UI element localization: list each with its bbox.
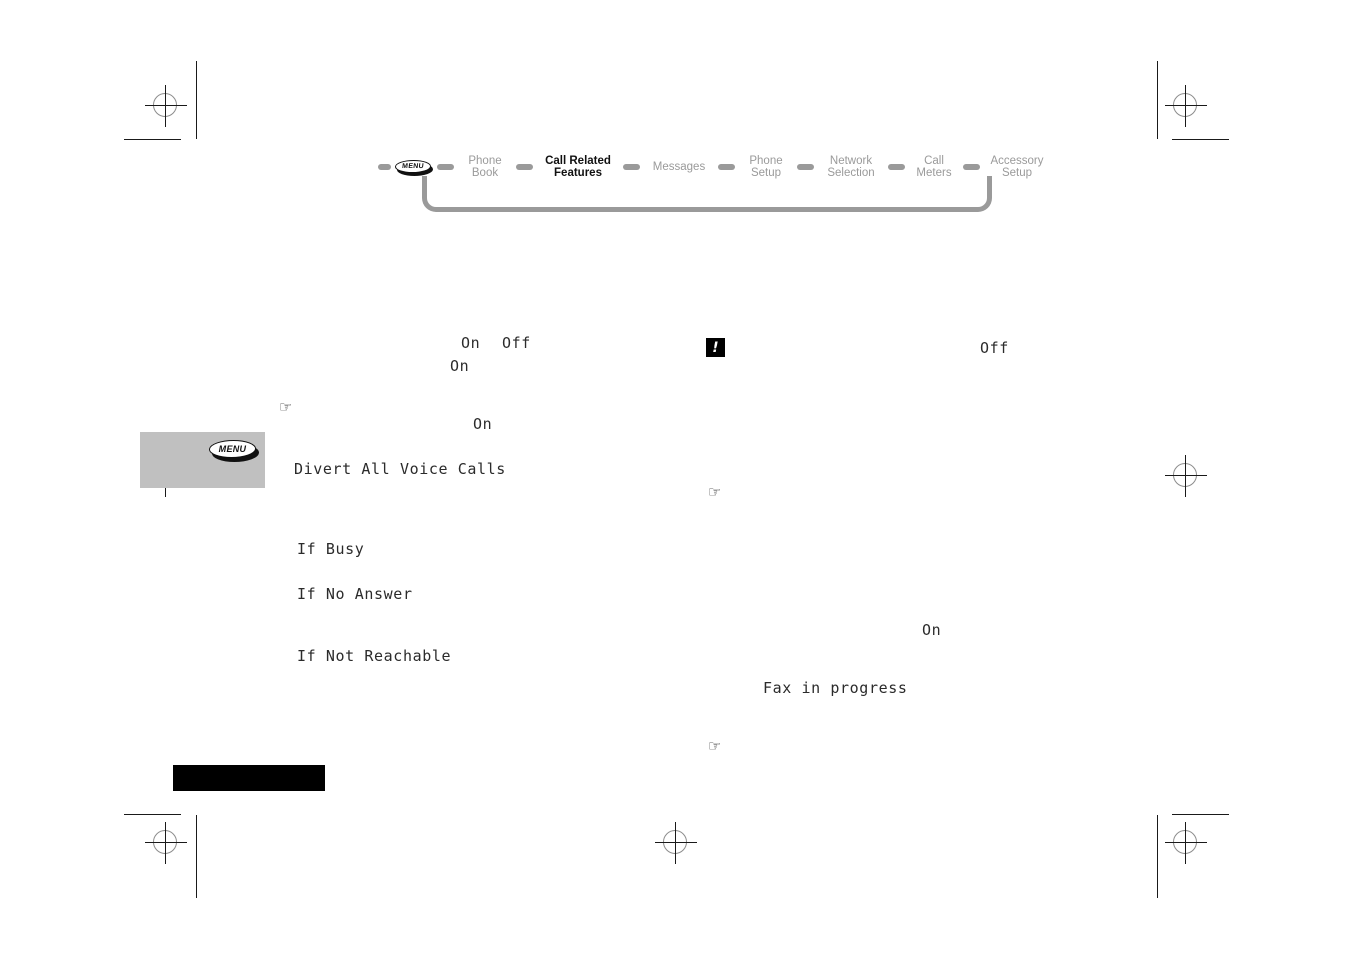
crop-mark-top-left-vertical <box>196 61 197 139</box>
lcd-text-if-busy: If Busy <box>297 540 365 558</box>
lcd-text-divert-all-voice-calls: Divert All Voice Calls <box>294 460 506 478</box>
registration-mark-middle-right <box>1165 455 1207 497</box>
breadcrumb-connector-icon <box>516 164 533 170</box>
crop-mark-bottom-right-vertical <box>1157 815 1158 898</box>
lcd-text-off-1: Off <box>502 334 531 352</box>
registration-mark-bottom-right <box>1165 822 1207 864</box>
crop-mark-bottom-left-vertical <box>196 815 197 898</box>
pointing-hand-icon-1: ☞ <box>279 398 293 416</box>
lcd-text-if-no-answer: If No Answer <box>297 585 413 603</box>
lcd-text-fax-in-progress: Fax in progress <box>763 679 908 697</box>
breadcrumb-connector-icon <box>888 164 905 170</box>
reg-vline <box>1185 822 1186 864</box>
lcd-text-on-1: On <box>461 334 481 352</box>
menu-key-icon[interactable]: MENU <box>394 159 434 176</box>
breadcrumb-connector-icon <box>378 164 391 170</box>
reg-hline <box>1165 842 1207 843</box>
menu-breadcrumb-nav: MENU Phone Book Call Related Features Me… <box>374 150 1044 212</box>
manual-page: MENU Phone Book Call Related Features Me… <box>0 0 1352 954</box>
registration-mark-bottom-center <box>655 822 697 864</box>
breadcrumb-label-line2: Features <box>554 167 602 179</box>
page-footer-black-bar <box>173 765 325 791</box>
breadcrumb-label-line1: Call Related <box>545 154 611 167</box>
crop-mark-top-right-vertical <box>1157 61 1158 139</box>
crop-mark-top-right-horizontal <box>1172 139 1229 140</box>
breadcrumb-item-phone-setup[interactable]: Phone Setup <box>739 155 793 180</box>
lcd-text-on-4: On <box>922 621 942 639</box>
reg-hline <box>1165 475 1207 476</box>
breadcrumb-item-network-selection[interactable]: Network Selection <box>818 155 884 180</box>
breadcrumb-label-line2: Meters <box>916 167 952 179</box>
breadcrumb-item-call-related-features[interactable]: Call Related Features <box>537 155 619 180</box>
crop-mark-bottom-left-horizontal <box>124 814 181 815</box>
breadcrumb-label-line2: Setup <box>750 167 782 179</box>
reg-vline <box>1185 85 1186 127</box>
pointing-hand-icon-3: ☞ <box>708 737 722 755</box>
breadcrumb-label-line1: Call <box>924 154 944 167</box>
reg-vline <box>165 822 166 864</box>
lcd-text-off-right: Off <box>980 339 1009 357</box>
breadcrumb-label-line1: Phone <box>468 154 502 167</box>
crop-mark-top-left-horizontal <box>124 139 181 140</box>
warning-glyph: ! <box>712 339 719 356</box>
breadcrumb-connector-icon <box>797 164 814 170</box>
reg-vline <box>165 85 166 127</box>
breadcrumb-connector-icon <box>718 164 735 170</box>
menu-key-icon-large[interactable]: MENU <box>207 440 261 462</box>
breadcrumb-connector-icon <box>437 164 454 170</box>
crop-mark-bottom-right-horizontal <box>1172 814 1229 815</box>
breadcrumb-item-accessory-setup[interactable]: Accessory Setup <box>984 155 1050 180</box>
lcd-text-on-3: On <box>473 415 493 433</box>
reg-hline <box>145 842 187 843</box>
breadcrumb-label-line2: Book <box>471 167 499 179</box>
reg-hline <box>1165 105 1207 106</box>
reg-hline <box>145 105 187 106</box>
breadcrumb-label-line1: Phone <box>749 154 783 167</box>
registration-mark-top-right <box>1165 85 1207 127</box>
reg-vline <box>675 822 676 864</box>
breadcrumb-label-line1: Accessory <box>990 154 1044 167</box>
breadcrumb-connector-icon <box>963 164 980 170</box>
lcd-text-on-2: On <box>450 357 470 375</box>
registration-mark-bottom-left <box>145 822 187 864</box>
breadcrumb-label-line2: Setup <box>1001 167 1033 179</box>
breadcrumb-item-call-meters[interactable]: Call Meters <box>909 155 959 180</box>
menu-key-label: MENU <box>401 162 425 170</box>
breadcrumb-items-row: MENU Phone Book Call Related Features Me… <box>374 150 1050 184</box>
breadcrumb-label-line1: Network <box>829 154 873 167</box>
lcd-text-if-not-reachable: If Not Reachable <box>297 647 452 665</box>
pointing-hand-icon-2: ☞ <box>708 483 722 501</box>
breadcrumb-item-phone-book[interactable]: Phone Book <box>458 155 512 180</box>
breadcrumb-label-line2: Selection <box>827 167 875 179</box>
breadcrumb-label-line1: Messages <box>652 160 706 173</box>
menu-key-label: MENU <box>218 444 247 454</box>
reg-vline <box>1185 455 1186 497</box>
breadcrumb-connector-icon <box>623 164 640 170</box>
registration-mark-top-left <box>145 85 187 127</box>
menu-key-callout-box: MENU <box>140 432 265 488</box>
warning-indicator-icon: ! <box>706 338 725 357</box>
breadcrumb-item-messages[interactable]: Messages <box>644 161 714 174</box>
reg-hline <box>655 842 697 843</box>
